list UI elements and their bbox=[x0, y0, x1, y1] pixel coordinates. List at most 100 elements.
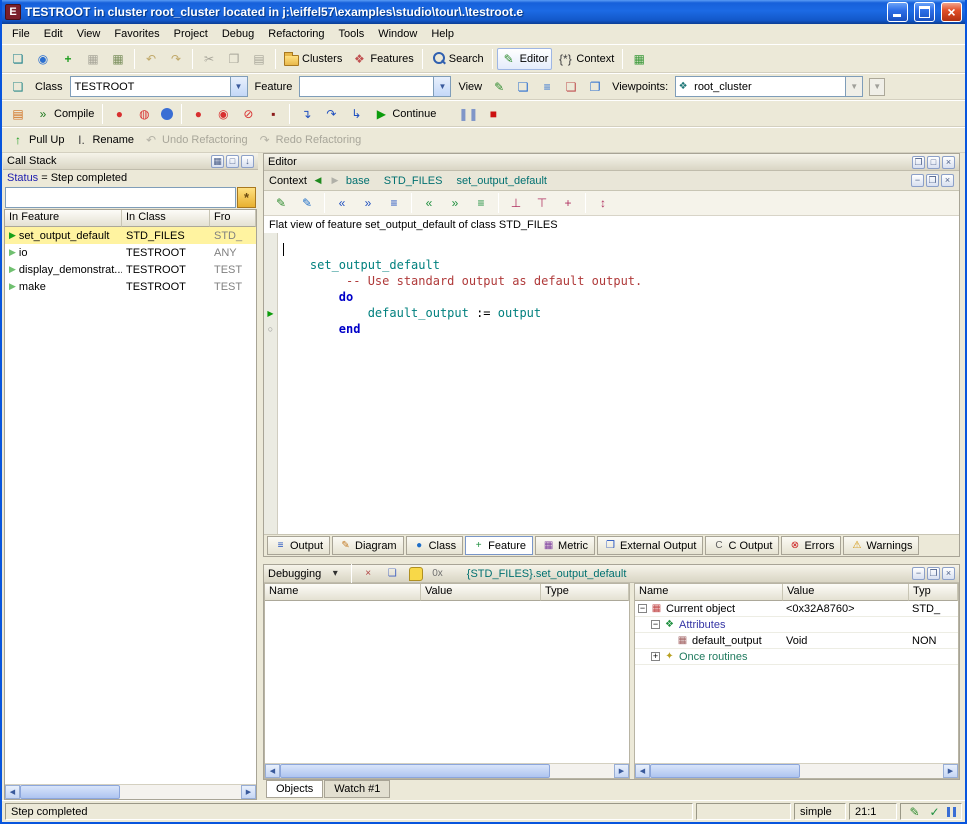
redo-icon[interactable]: ↷ bbox=[164, 48, 188, 70]
menu-view[interactable]: View bbox=[70, 26, 108, 42]
object-tree-row[interactable]: +✦Once routines bbox=[635, 649, 958, 665]
context-button[interactable]: {*}Context bbox=[553, 48, 618, 70]
new-file-icon[interactable]: ❏ bbox=[6, 48, 30, 70]
menu-project[interactable]: Project bbox=[167, 26, 215, 42]
feature-combobox[interactable] bbox=[299, 76, 451, 97]
scroll-right-button[interactable]: ▶ bbox=[614, 764, 629, 778]
step-into-icon[interactable]: ↴ bbox=[294, 103, 318, 125]
dock-icon[interactable]: ↓ bbox=[241, 155, 254, 168]
code-line[interactable]: set_output_default bbox=[264, 257, 959, 273]
step-over-icon[interactable]: ↷ bbox=[319, 103, 343, 125]
descendants-icon[interactable]: ⊤ bbox=[530, 192, 554, 214]
scroll-right-button[interactable]: ▶ bbox=[241, 785, 256, 799]
callstack-filter-input[interactable] bbox=[5, 187, 236, 208]
close-icon[interactable]: × bbox=[942, 156, 955, 169]
redo-refactoring-button[interactable]: ↷Redo Refactoring bbox=[253, 129, 366, 151]
scroll-left-button[interactable]: ◀ bbox=[265, 764, 280, 778]
tab-errors[interactable]: ⊗Errors bbox=[781, 536, 841, 555]
menu-help[interactable]: Help bbox=[424, 26, 461, 42]
object-tree-row[interactable]: −▦Current object<0x32A8760>STD_ bbox=[635, 601, 958, 617]
maximize-icon[interactable]: □ bbox=[226, 155, 239, 168]
scroll-left-button[interactable]: ◀ bbox=[635, 764, 650, 778]
call-stack-hscrollbar[interactable]: ◀ ▶ bbox=[5, 784, 256, 799]
expand-expander[interactable]: + bbox=[651, 652, 660, 661]
minimize-icon[interactable]: − bbox=[911, 174, 924, 187]
minimize-button[interactable] bbox=[887, 2, 908, 22]
search-button[interactable]: Search bbox=[427, 48, 488, 70]
scroll-left-button[interactable]: ◀ bbox=[5, 785, 20, 799]
history-back-button[interactable] bbox=[312, 175, 324, 186]
scrollbar-track[interactable] bbox=[280, 764, 614, 778]
continue-button[interactable]: ▶Continue bbox=[369, 103, 440, 125]
undock-icon[interactable]: ❐ bbox=[912, 156, 925, 169]
object-tree-row[interactable]: −❖Attributes bbox=[635, 617, 958, 633]
code-line[interactable]: ▶ default_output := output bbox=[264, 305, 959, 321]
diagram-tool-icon[interactable]: ▦ bbox=[627, 48, 651, 70]
address-extra-arrow[interactable] bbox=[869, 78, 885, 96]
collapse-expander[interactable]: − bbox=[651, 620, 660, 629]
breadcrumb-item[interactable]: STD_FILES bbox=[384, 175, 443, 187]
flat-callers-icon[interactable]: ≡ bbox=[382, 192, 406, 214]
scrollbar-track[interactable] bbox=[650, 764, 943, 778]
debugging-panel-header[interactable]: Debugging ▾×❏0x {STD_FILES}.set_output_d… bbox=[264, 565, 959, 583]
code-line[interactable]: ○ end bbox=[264, 321, 959, 337]
debugging-menu-arrow-icon[interactable]: ▾ bbox=[324, 563, 346, 585]
menu-tools[interactable]: Tools bbox=[332, 26, 372, 42]
exception-bubble-icon[interactable] bbox=[405, 563, 427, 585]
breakpoints-tool-icon[interactable]: ▪ bbox=[261, 103, 285, 125]
callstack-filter-button[interactable] bbox=[237, 187, 256, 208]
objects-table-hscrollbar[interactable]: ◀ ▶ bbox=[635, 763, 958, 778]
paste-icon[interactable]: ▤ bbox=[247, 48, 271, 70]
add-item-icon[interactable]: + bbox=[56, 48, 80, 70]
code-line[interactable]: do bbox=[264, 289, 959, 305]
scroll-right-button[interactable]: ▶ bbox=[943, 764, 958, 778]
debug-column-header[interactable]: Type bbox=[541, 584, 629, 601]
send-to-class-button[interactable]: ❏ bbox=[6, 76, 30, 98]
scrollbar-thumb[interactable] bbox=[650, 764, 800, 778]
class-combobox[interactable]: TESTROOT bbox=[70, 76, 248, 97]
homonyms-icon[interactable]: ≡ bbox=[469, 192, 493, 214]
relations-icon[interactable]: + bbox=[556, 192, 580, 214]
freeze-icon[interactable]: ◍ bbox=[132, 103, 156, 125]
tab-objects[interactable]: Objects bbox=[266, 780, 323, 798]
tab-diagram[interactable]: ✎Diagram bbox=[332, 536, 404, 555]
maximize-icon[interactable]: ❐ bbox=[926, 174, 939, 187]
breadcrumb-item[interactable]: set_output_default bbox=[456, 175, 547, 187]
debug-column-header[interactable]: Typ bbox=[909, 584, 958, 601]
flat-view-icon[interactable]: ≡ bbox=[535, 76, 559, 98]
titlebar[interactable]: E TESTROOT in cluster root_cluster locat… bbox=[2, 0, 965, 24]
tab-external-output[interactable]: ❒External Output bbox=[597, 536, 703, 555]
scrollbar-thumb[interactable] bbox=[20, 785, 120, 799]
history-forward-button[interactable] bbox=[329, 175, 341, 186]
edit-feature-icon[interactable]: ✎ bbox=[269, 192, 293, 214]
undo-icon[interactable]: ↶ bbox=[139, 48, 163, 70]
code-editor[interactable]: Flat view of feature set_output_default … bbox=[264, 216, 959, 534]
viewpoints-combobox[interactable]: ❖ root_cluster bbox=[675, 76, 863, 97]
step-out-icon[interactable]: ↳ bbox=[344, 103, 368, 125]
tab-metric[interactable]: ▦Metric bbox=[535, 536, 595, 555]
maximize-icon[interactable]: ❐ bbox=[927, 567, 940, 580]
rename-button[interactable]: I.Rename bbox=[69, 129, 138, 151]
compile-button[interactable]: »Compile bbox=[31, 103, 98, 125]
tab-class[interactable]: ●Class bbox=[406, 536, 464, 555]
breakpoint-slot-icon[interactable]: ○ bbox=[264, 321, 277, 337]
close-icon[interactable]: × bbox=[941, 174, 954, 187]
open-file-icon[interactable]: ◉ bbox=[31, 48, 55, 70]
close-icon[interactable]: × bbox=[942, 567, 955, 580]
watch-tool-icon[interactable]: ❏ bbox=[381, 563, 403, 585]
objects-table-body[interactable]: −▦Current object<0x32A8760>STD_−❖Attribu… bbox=[635, 601, 958, 763]
menu-file[interactable]: File bbox=[5, 26, 37, 42]
edit-new-window-icon[interactable]: ✎ bbox=[295, 192, 319, 214]
debug-column-header[interactable]: Name bbox=[265, 584, 421, 601]
close-button[interactable] bbox=[941, 2, 962, 22]
maximize-icon[interactable]: □ bbox=[927, 156, 940, 169]
info-icon[interactable] bbox=[157, 103, 177, 125]
callstack-row[interactable]: ▶makeTESTROOTTEST bbox=[5, 278, 256, 295]
toggle-breakpoint-icon[interactable]: ● bbox=[186, 103, 210, 125]
tab-c-output[interactable]: CC Output bbox=[705, 536, 779, 555]
callstack-row[interactable]: ▶display_demonstrat...TESTROOTTEST bbox=[5, 261, 256, 278]
breadcrumb-item[interactable]: base bbox=[346, 175, 370, 187]
save-icon[interactable]: ▦ bbox=[81, 48, 105, 70]
editor-panel-header[interactable]: Editor ❐□× bbox=[264, 154, 959, 171]
callstack-column-header[interactable]: In Feature bbox=[5, 210, 122, 227]
